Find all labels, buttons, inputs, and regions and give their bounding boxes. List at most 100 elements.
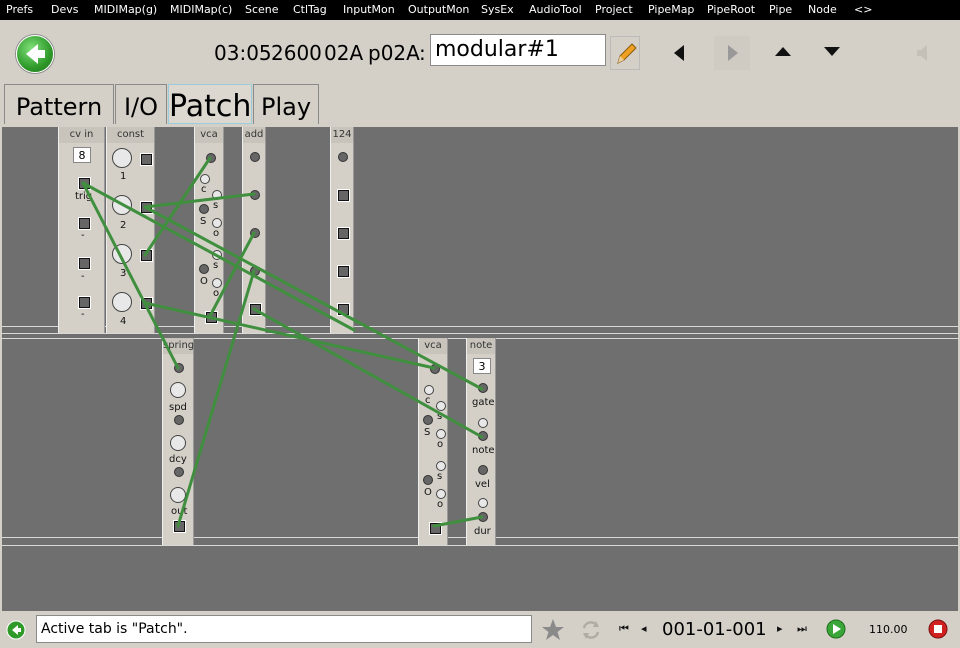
vel-jack[interactable] [478,465,488,475]
const-out-port[interactable] [140,297,153,310]
spring-knob[interactable] [170,487,186,503]
m124-port[interactable] [337,303,350,316]
step-back-icon[interactable]: ◂ [641,622,647,635]
vca-knob[interactable] [212,250,222,260]
add-out-port[interactable] [249,303,262,316]
vca-knob[interactable] [436,429,446,439]
m124-port[interactable] [337,265,350,278]
menu-inputmon[interactable]: InputMon [343,3,395,16]
forward-end-icon[interactable]: ⏭ [797,622,807,636]
up-button[interactable] [765,36,801,70]
prev-button[interactable] [662,36,698,70]
next-button[interactable] [714,36,750,70]
menu-audiotool[interactable]: AudioTool [529,3,582,16]
vca-in-jack[interactable] [206,153,216,163]
const-out-port[interactable] [140,153,153,166]
spring-knob[interactable] [170,382,186,398]
menu-midimap-c[interactable]: MIDIMap(c) [170,3,232,16]
gate-jack[interactable] [478,383,488,393]
cv-port[interactable] [78,217,91,230]
vca-jack[interactable] [423,475,433,485]
note-jack[interactable] [478,431,488,441]
tab-patch[interactable]: Patch [168,84,252,124]
vca-in-jack[interactable] [430,364,440,374]
vca-knob[interactable] [212,218,222,228]
menu-more[interactable]: <> [854,3,872,16]
spring-jack[interactable] [174,415,184,425]
add-in-jack[interactable] [250,266,260,276]
const-knob[interactable] [112,195,132,215]
cv-in-channel-box[interactable]: 8 [73,147,91,163]
module-vca[interactable]: vca c s S o s O o [194,127,224,333]
spring-in-jack[interactable] [174,363,184,373]
module-const[interactable]: const 1 2 3 4 [106,127,155,333]
note-knob[interactable] [478,498,488,508]
note-channel-box[interactable]: 3 [473,358,491,374]
vca-knob[interactable] [212,190,222,200]
mute-button[interactable] [905,36,941,70]
note-knob[interactable] [478,418,488,428]
const-out-port[interactable] [140,249,153,262]
menu-devs[interactable]: Devs [51,3,78,16]
spring-knob[interactable] [170,435,186,451]
tab-play[interactable]: Play [253,84,319,124]
vca-knob[interactable] [212,278,222,288]
menu-project[interactable]: Project [595,3,633,16]
module-spring[interactable]: spring spd dcy out [162,338,194,545]
const-knob[interactable] [112,292,132,312]
menu-ctltag[interactable]: CtlTag [293,3,327,16]
module-vca[interactable]: vca c s S o s O o [418,338,448,545]
menu-midimap-g[interactable]: MIDIMap(g) [94,3,157,16]
add-in-jack[interactable] [250,190,260,200]
menu-pipemap[interactable]: PipeMap [648,3,694,16]
back-button[interactable] [16,35,54,73]
module-cv-in[interactable]: cv in 8 trig - - - [58,127,105,333]
patch-editor[interactable]: cv in 8 trig - - - const 1 2 3 4 vca c s… [2,127,958,611]
stop-icon[interactable] [928,619,948,639]
vca-knob[interactable] [436,461,446,471]
cv-port[interactable] [78,257,91,270]
vca-knob[interactable] [436,401,446,411]
loop-icon[interactable] [580,618,602,642]
m124-port[interactable] [337,227,350,240]
add-in-jack[interactable] [250,152,260,162]
module-add[interactable]: add [242,127,266,333]
add-in-jack[interactable] [250,228,260,238]
module-124[interactable]: 124 [330,127,354,333]
m124-jack[interactable] [338,152,348,162]
menu-outputmon[interactable]: OutputMon [408,3,469,16]
vca-out-port[interactable] [429,522,442,535]
vca-jack[interactable] [423,415,433,425]
vca-out-port[interactable] [205,311,218,324]
rewind-start-icon[interactable]: ⏮ [619,622,629,636]
menu-piperoot[interactable]: PipeRoot [707,3,755,16]
patch-name-field[interactable]: modular#1 [430,34,606,66]
const-knob[interactable] [112,148,132,168]
trig-port[interactable] [78,177,91,190]
spring-out-port[interactable] [173,520,186,533]
menu-pipe[interactable]: Pipe [769,3,792,16]
tab-io[interactable]: I/O [115,84,167,124]
vca-knob[interactable] [436,489,446,499]
cv-port[interactable] [78,296,91,309]
menu-prefs[interactable]: Prefs [6,3,33,16]
play-icon[interactable] [826,619,846,639]
spring-jack[interactable] [174,467,184,477]
menu-node[interactable]: Node [808,3,837,16]
vca-jack[interactable] [199,204,209,214]
star-icon[interactable] [541,618,565,642]
vca-knob[interactable] [424,385,434,395]
const-knob[interactable] [112,244,132,264]
dur-jack[interactable] [478,512,488,522]
down-button[interactable] [814,36,850,70]
m124-port[interactable] [337,189,350,202]
menu-sysex[interactable]: SysEx [481,3,514,16]
module-note[interactable]: note 3 gate note vel dur [466,338,496,545]
vca-jack[interactable] [199,264,209,274]
const-out-port[interactable] [140,201,153,214]
edit-name-button[interactable] [610,36,640,70]
vca-knob[interactable] [200,174,210,184]
menu-scene[interactable]: Scene [245,3,279,16]
back-arrow-icon[interactable] [6,620,26,640]
step-forward-icon[interactable]: ▸ [777,622,783,635]
